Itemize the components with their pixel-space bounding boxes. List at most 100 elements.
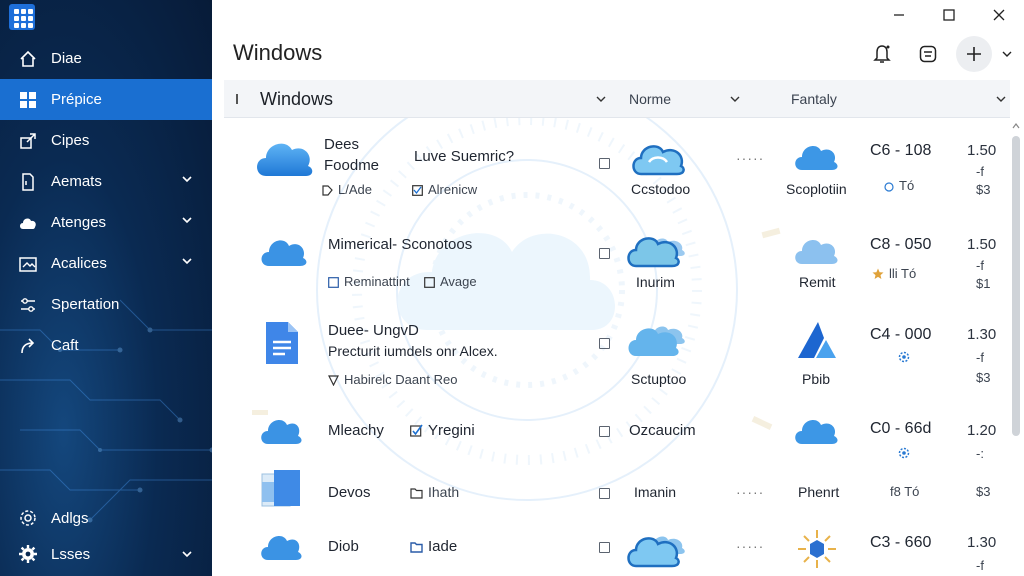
chevron-down-icon[interactable] [1002,50,1012,58]
notifications-button[interactable] [864,36,900,72]
page-title: Windows [233,40,323,65]
sync-cloud-icon [627,237,685,268]
row-col3: Ccstodoo [631,181,691,197]
sidebar-item-label: Aemats [51,173,102,190]
folder-icon [410,542,423,553]
sidebar-item-label: Lsses [51,545,91,563]
filter-button[interactable] [910,36,946,72]
row-code: C6 - 108 [870,142,932,159]
row-col3: Ozcaucim [629,422,696,439]
table-row[interactable]: Devos Ihath Imanin ····· Phenrt f8 Tó $3 [224,466,1010,518]
document-icon [18,172,38,192]
sidebar-item-adlgs[interactable]: Adlgs [0,500,212,536]
table-row[interactable]: Duee- UngvD Precturit iumdels onr Alcex.… [224,316,1010,396]
row-code: C0 - 66d [870,420,932,437]
maximize-icon [943,9,955,21]
more-icon[interactable]: ····· [736,150,764,166]
sidebar-item-cipes[interactable]: Cipes [0,120,212,161]
row-subtitle: Precturit iumdels onr Alcex. [328,343,498,359]
shield-icon [328,375,339,386]
cloud-icon [628,326,685,356]
sidebar-item-label: Spertation [51,296,120,313]
header-marker [236,80,239,118]
sidebar-item-label: Prépice [51,91,102,108]
row-meta-a: L/Ade [322,182,372,197]
maximize-button[interactable] [924,0,974,30]
row-checkbox[interactable] [599,338,610,349]
sidebar-nav: Diae Prépice Cipes Aemats Atenges Acalic… [0,38,212,366]
row-title: Mleachy [328,422,384,439]
checkbox-icon [424,277,435,288]
row-title: Devos [328,484,371,501]
chevron-down-icon[interactable] [996,80,1006,118]
row-checkbox[interactable] [599,426,610,437]
app-logo-icon[interactable] [9,4,35,30]
row-meta-b: Yregini [410,422,475,439]
row-checkbox[interactable] [599,542,610,553]
column-header-norme[interactable]: Norme [629,80,671,118]
row-price-value: $1 [976,276,991,291]
column-header-fantaly[interactable]: Fantaly [791,80,837,118]
main-panel: Windows Windows Norme Fantaly Dees Foodm… [212,0,1024,576]
plus-icon [967,47,981,61]
chevron-down-icon[interactable] [182,216,192,224]
cloud-icon [18,213,38,233]
sidebar-item-acalices[interactable]: Acalices [0,243,212,284]
row-price: 1.30 [967,326,997,343]
chevron-down-icon[interactable] [182,550,192,558]
row-code: C4 - 000 [870,326,932,343]
sidebar-item-label: Diae [51,50,82,67]
scrollbar[interactable] [1010,120,1022,576]
checkbox-icon [410,424,423,437]
sidebar-item-diae[interactable]: Diae [0,38,212,79]
row-col3: Sctuptoo [631,371,687,387]
close-button[interactable] [974,0,1024,30]
row-price-value: $3 [976,370,991,385]
gear-icon [18,544,38,564]
settings-icon [18,508,38,528]
scrollbar-thumb[interactable] [1012,136,1020,436]
row-checkbox[interactable] [599,488,610,499]
sidebar-item-aemats[interactable]: Aemats [0,161,212,202]
gear-icon [898,351,910,363]
table-row[interactable]: Dees Foodme Luve Suemric? L/Ade Alrenicw… [224,128,1010,208]
row-extra: Luve Suemric? [414,148,515,165]
row-col5: Pbib [802,371,831,387]
more-icon[interactable]: ····· [736,484,764,500]
scroll-up-icon[interactable] [1012,122,1020,130]
sidebar-item-label: Atenges [51,214,107,231]
window-app-icon [261,470,300,507]
more-icon[interactable]: ····· [736,538,764,554]
filter-icon [919,45,937,63]
sidebar-item-lsses[interactable]: Lsses [0,536,212,572]
row-price-sub: -f [976,350,984,365]
row-code-sub: Tó [884,178,914,193]
table-row[interactable]: Diob Iade ····· C3 - 660 1.30 -f [224,524,1010,576]
sidebar-item-atenges[interactable]: Atenges [0,202,212,243]
chevron-down-icon[interactable] [730,80,740,118]
cloud-icon [795,146,838,170]
minimize-button[interactable] [874,0,924,30]
add-button[interactable] [956,36,992,72]
table-row[interactable]: Mimerical- Sconotoos Reminattint Avage I… [224,222,1010,302]
row-checkbox[interactable] [599,248,610,259]
chevron-down-icon[interactable] [182,175,192,183]
sidebar-item-label: Caft [51,337,79,354]
sync-cloud-icon [632,145,685,176]
sidebar-item-caft[interactable]: Caft [0,325,212,366]
tag-icon [328,277,339,288]
row-col3: Inurim [636,274,675,290]
row-price-sub: -: [976,446,984,461]
sidebar-item-prepice[interactable]: Prépice [0,79,212,120]
row-title: Mimerical- Sconotoos [328,236,473,253]
folder-icon [410,488,423,499]
table-row[interactable]: Mleachy Yregini Ozcaucim C0 - 66d 1.20 -… [224,410,1010,461]
row-price: 1.50 [967,236,997,253]
row-title: Dees [324,136,360,153]
row-price: 1.30 [967,534,997,551]
share-icon [18,131,38,151]
row-checkbox[interactable] [599,158,610,169]
chevron-down-icon[interactable] [182,257,192,265]
sidebar-item-spertation[interactable]: Spertation [0,284,212,325]
chevron-down-icon[interactable] [596,80,606,118]
